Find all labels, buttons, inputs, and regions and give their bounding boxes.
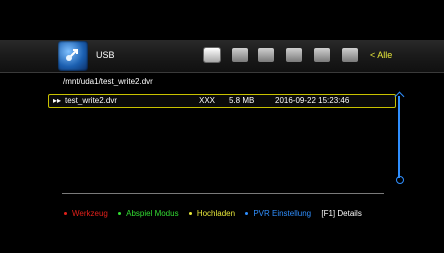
yellow-dot-icon bbox=[188, 212, 192, 216]
green-dot-icon bbox=[118, 212, 122, 216]
file-row[interactable]: ▸▸ test_write2.dvr XXX 5.8 MB 2016-09-22… bbox=[48, 94, 396, 108]
green-key-hint[interactable]: Abspiel Modus bbox=[118, 209, 179, 218]
file-size: 5.8 MB bbox=[229, 96, 255, 105]
divider bbox=[62, 193, 384, 194]
footer-legend: Werkzeug Abspiel Modus Hochladen PVR Ein… bbox=[64, 209, 370, 218]
scroll-thumb[interactable] bbox=[396, 176, 404, 184]
file-name: test_write2.dvr bbox=[65, 96, 118, 105]
top-bar: USB < Alle bbox=[0, 40, 444, 73]
usb-icon bbox=[58, 41, 88, 71]
blue-dot-icon bbox=[245, 212, 249, 216]
filter-all-label[interactable]: < Alle bbox=[370, 50, 392, 60]
red-key-hint[interactable]: Werkzeug bbox=[64, 209, 108, 218]
current-path: /mnt/uda1/test_write2.dvr bbox=[63, 77, 153, 86]
red-dot-icon bbox=[64, 212, 67, 216]
music-icon[interactable] bbox=[342, 48, 358, 62]
scrollbar[interactable] bbox=[398, 96, 400, 178]
file-type: XXX bbox=[199, 96, 216, 105]
file-date: 2016-09-22 15:23:46 bbox=[275, 96, 350, 105]
hdd-icon[interactable] bbox=[232, 48, 248, 62]
picture-icon[interactable] bbox=[286, 48, 302, 62]
play-marker-icon: ▸▸ bbox=[53, 96, 62, 105]
folder-icon[interactable] bbox=[204, 48, 220, 62]
blue-key-hint[interactable]: PVR Einstellung bbox=[245, 209, 311, 218]
tv-icon[interactable] bbox=[258, 48, 274, 62]
yellow-key-hint[interactable]: Hochladen bbox=[188, 209, 235, 218]
f1-key-hint[interactable]: [F1] Details bbox=[321, 209, 361, 218]
source-title: USB bbox=[96, 50, 115, 60]
film-icon[interactable] bbox=[314, 48, 330, 62]
